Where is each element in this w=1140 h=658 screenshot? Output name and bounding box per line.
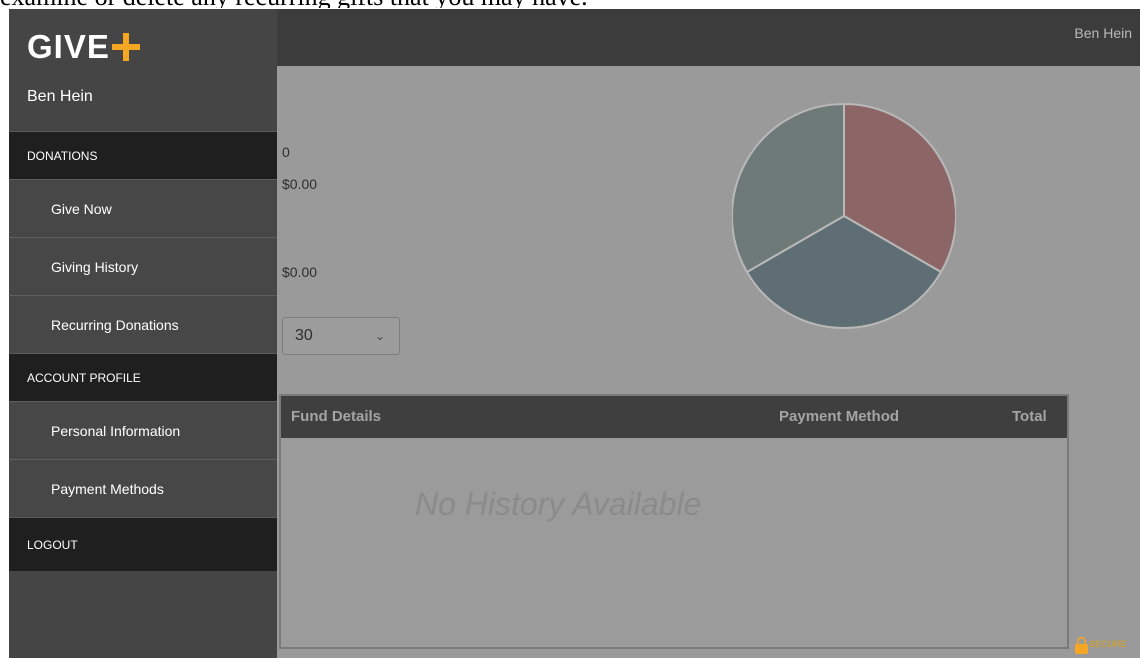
sidebar-user-name: Ben Hein	[27, 88, 93, 105]
brand-logo[interactable]: GIVE	[27, 29, 140, 65]
gift-count: 0	[282, 144, 290, 160]
total-amount: $0.00	[282, 176, 318, 192]
chevron-down-icon: ⌄	[374, 329, 385, 343]
secure-badge-label: SECURE	[1089, 639, 1127, 649]
sidebar-item-recurring-donations[interactable]: Recurring Donations	[9, 295, 277, 353]
period-select-value: 30	[295, 327, 313, 344]
sidebar-item-payment-methods[interactable]: Payment Methods	[9, 459, 277, 517]
lock-icon	[1075, 636, 1088, 654]
sidebar: GIVE Ben Hein DONATIONS Give Now Giving …	[9, 9, 277, 658]
sidebar-item-personal-information[interactable]: Personal Information	[9, 401, 277, 459]
period-select[interactable]: 30 ⌄	[282, 317, 400, 355]
brand-name: GIVE	[27, 28, 110, 65]
app-window: Ben Hein 0 $0.00 $0.00 30 ⌄ Fund Details…	[9, 9, 1140, 658]
plus-icon	[111, 33, 140, 61]
secondary-amount: $0.00	[282, 264, 318, 280]
secure-badge: SECURE	[1074, 636, 1140, 658]
page-caption: examine or delete any recurring gifts th…	[0, 0, 1140, 8]
empty-history-message: No History Available	[415, 486, 702, 522]
column-header-payment-method[interactable]: Payment Method	[779, 408, 899, 425]
sidebar-nav: DONATIONS Give Now Giving History Recurr…	[9, 131, 277, 571]
sidebar-item-label: Giving History	[51, 258, 139, 275]
table-header: Fund Details Payment Method Total	[281, 396, 1067, 438]
logout-button[interactable]: LOGOUT	[9, 517, 277, 571]
sidebar-item-label: Payment Methods	[51, 480, 164, 497]
column-header-total[interactable]: Total	[1012, 408, 1047, 425]
giving-pie-chart	[732, 103, 956, 329]
sidebar-item-label: Personal Information	[51, 422, 181, 439]
topbar-user-name[interactable]: Ben Hein	[1074, 25, 1132, 41]
sidebar-item-label: Give Now	[51, 200, 112, 217]
giving-history-table: Fund Details Payment Method Total No His…	[279, 394, 1069, 649]
nav-section-donations[interactable]: DONATIONS	[9, 131, 277, 179]
sidebar-item-label: Recurring Donations	[51, 316, 179, 333]
sidebar-item-give-now[interactable]: Give Now	[9, 179, 277, 237]
column-header-fund-details[interactable]: Fund Details	[291, 408, 381, 425]
nav-section-account-profile[interactable]: ACCOUNT PROFILE	[9, 353, 277, 401]
sidebar-item-giving-history[interactable]: Giving History	[9, 237, 277, 295]
